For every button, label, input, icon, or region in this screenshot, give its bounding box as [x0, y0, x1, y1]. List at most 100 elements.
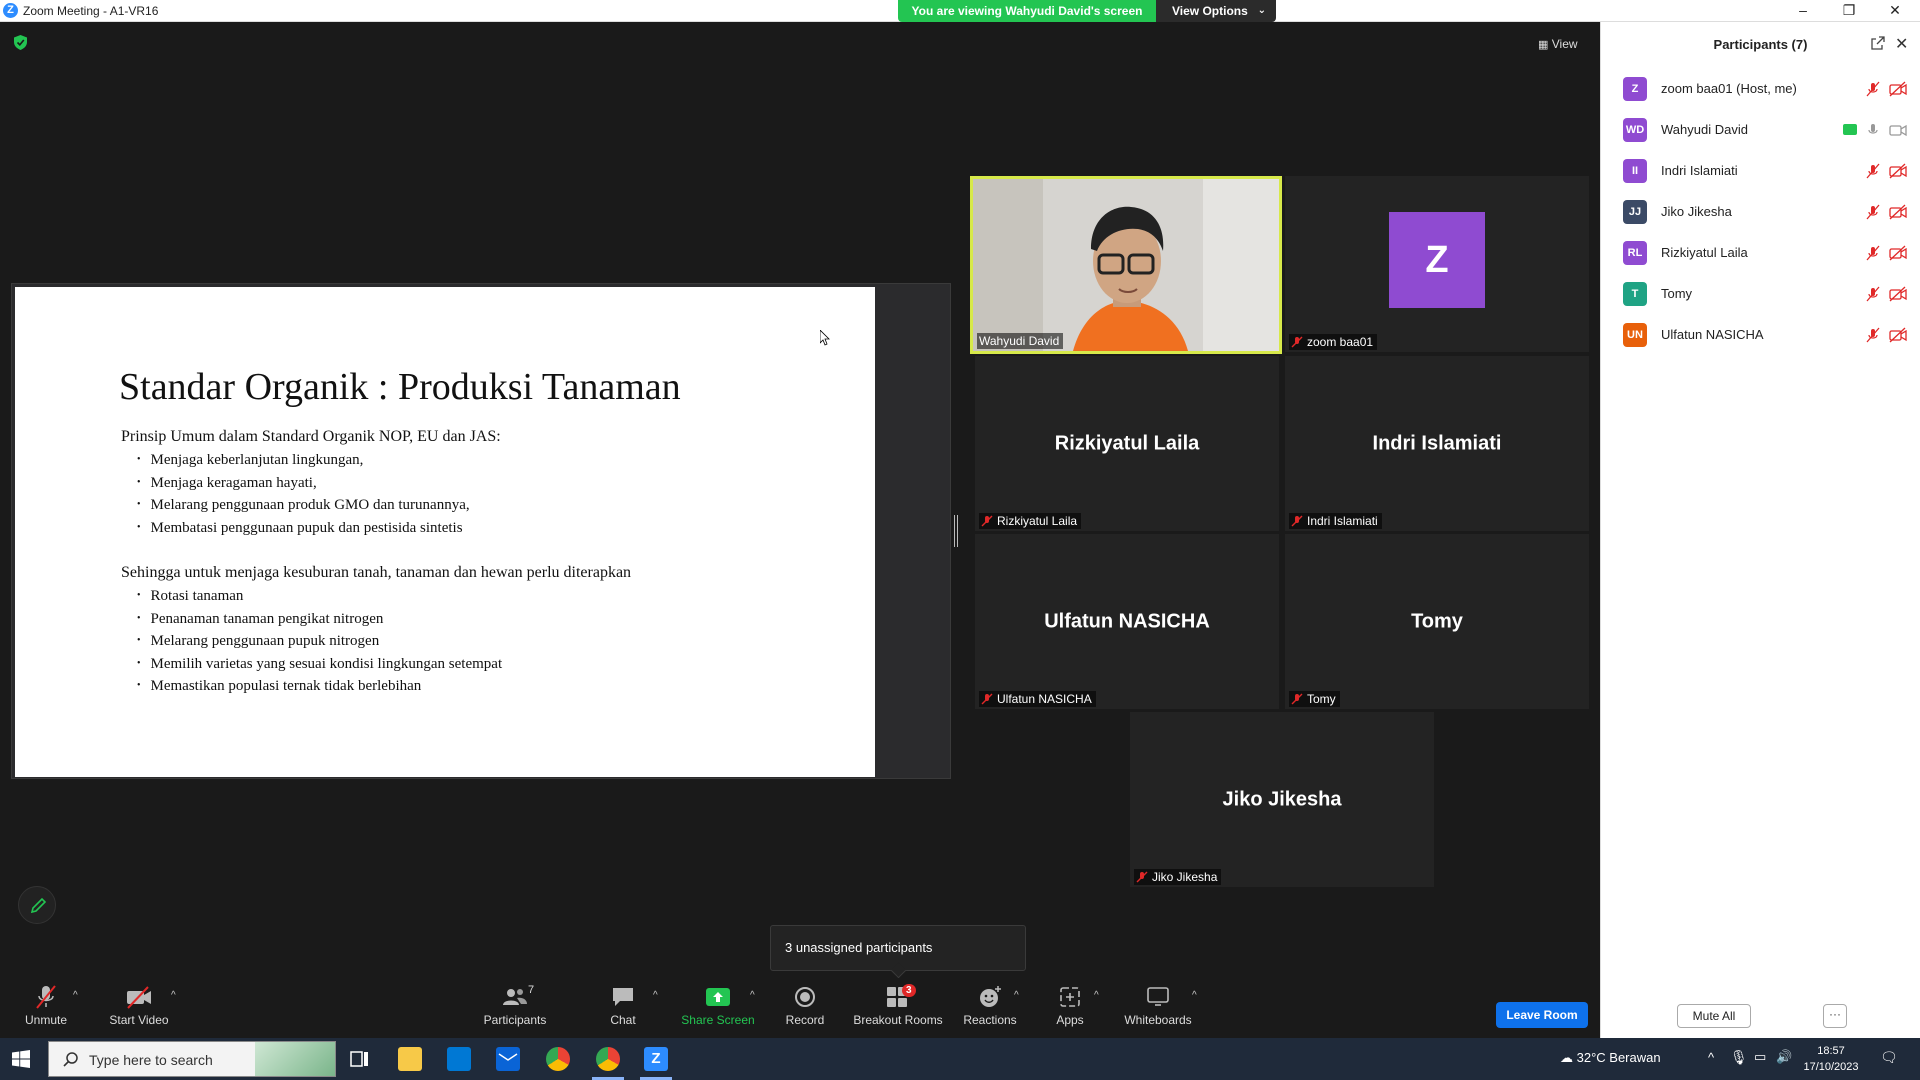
- leave-room-button[interactable]: Leave Room: [1496, 1002, 1588, 1028]
- zoom-logo-icon: Z: [3, 3, 18, 18]
- record-button[interactable]: Record: [780, 984, 830, 1034]
- window-title: Zoom Meeting - A1-VR16: [23, 4, 159, 18]
- mic-muted-icon[interactable]: [1865, 286, 1881, 302]
- avatar: JJ: [1623, 200, 1647, 224]
- chat-button[interactable]: Chat: [598, 984, 648, 1034]
- taskbar-search-box[interactable]: Type here to search: [48, 1041, 336, 1077]
- participant-name-tag: Ulfatun NASICHA: [979, 691, 1096, 707]
- video-tile-tomy[interactable]: Tomy Tomy: [1285, 534, 1589, 709]
- close-window-icon[interactable]: ✕: [1872, 0, 1918, 22]
- video-off-icon[interactable]: [1889, 163, 1907, 179]
- minimize-icon[interactable]: –: [1780, 0, 1826, 22]
- slide-bullet-list: Rotasi tanaman Penanaman tanaman pengika…: [137, 585, 503, 698]
- participants-button[interactable]: 7 Participants: [480, 984, 550, 1034]
- video-tile-ulfatun[interactable]: Ulfatun NASICHA Ulfatun NASICHA: [975, 534, 1279, 709]
- chat-label: Chat: [610, 1013, 636, 1027]
- mute-all-button[interactable]: Mute All: [1677, 1004, 1751, 1028]
- participant-name: Ulfatun NASICHA: [1661, 327, 1764, 342]
- apps-button[interactable]: Apps: [1045, 984, 1095, 1034]
- network-icon[interactable]: ▭: [1754, 1049, 1766, 1065]
- view-layout-button[interactable]: ▦ View: [1538, 34, 1590, 54]
- task-view-icon[interactable]: [348, 1047, 372, 1071]
- video-off-icon[interactable]: [1889, 204, 1907, 220]
- participant-row[interactable]: II Indri Islamiati: [1601, 150, 1920, 191]
- chrome-icon[interactable]: [546, 1047, 570, 1071]
- pencil-icon: [30, 897, 47, 914]
- video-tile-indri[interactable]: Indri Islamiati Indri Islamiati: [1285, 356, 1589, 531]
- share-screen-button[interactable]: Share Screen: [680, 984, 756, 1034]
- shared-screen[interactable]: Standar Organik : Produksi Tanaman Prins…: [11, 283, 951, 779]
- reactions-caret-icon[interactable]: ^: [1014, 990, 1019, 1001]
- microphone-tray-icon[interactable]: 🎙: [1730, 1049, 1748, 1066]
- breakout-rooms-button[interactable]: 3 Breakout Rooms: [852, 984, 944, 1034]
- whiteboards-caret-icon[interactable]: ^: [1192, 990, 1197, 1001]
- mic-muted-icon[interactable]: [1865, 81, 1881, 97]
- zoom-app-icon[interactable]: Z: [640, 1047, 672, 1080]
- start-video-button[interactable]: Start Video: [104, 984, 174, 1034]
- slide-bullet: Membatasi penggunaan pupuk dan pestisida…: [137, 517, 470, 540]
- whiteboards-label: Whiteboards: [1124, 1013, 1192, 1027]
- whiteboards-button[interactable]: Whiteboards: [1122, 984, 1194, 1034]
- mic-muted-icon[interactable]: [1865, 204, 1881, 220]
- system-clock[interactable]: 18:57 17/10/2023: [1798, 1043, 1864, 1075]
- close-panel-icon[interactable]: ✕: [1895, 34, 1908, 54]
- notifications-icon[interactable]: 🗨: [1880, 1049, 1898, 1066]
- annotate-button[interactable]: [18, 886, 56, 924]
- mic-muted-icon: [1291, 515, 1303, 527]
- video-off-icon[interactable]: [1889, 286, 1907, 302]
- video-tile-rizkiyatul[interactable]: Rizkiyatul Laila Rizkiyatul Laila: [975, 356, 1279, 531]
- participant-display-name: Indri Islamiati: [1372, 432, 1502, 454]
- split-view-handle[interactable]: [954, 515, 958, 547]
- mic-muted-icon[interactable]: [1865, 327, 1881, 343]
- slide-bullet: Melarang penggunaan produk GMO dan turun…: [137, 494, 470, 517]
- volume-icon[interactable]: 🔊: [1776, 1049, 1792, 1065]
- windows-start-icon[interactable]: [12, 1050, 30, 1068]
- mic-muted-icon[interactable]: [1865, 245, 1881, 261]
- video-tile-wahyudi[interactable]: Wahyudi David: [970, 176, 1282, 354]
- restore-icon[interactable]: ❐: [1826, 0, 1872, 22]
- view-options-button[interactable]: View Options ⌄: [1156, 0, 1276, 22]
- tray-chevron-icon[interactable]: ^: [1708, 1050, 1714, 1065]
- reactions-button[interactable]: Reactions: [960, 984, 1020, 1034]
- weather-widget[interactable]: ☁ 32°C Berawan: [1560, 1050, 1661, 1066]
- avatar: II: [1623, 159, 1647, 183]
- breakout-rooms-label: Breakout Rooms: [853, 1013, 943, 1027]
- chrome-profile-icon[interactable]: [592, 1047, 624, 1080]
- mouse-cursor-icon: [820, 330, 830, 346]
- video-tile-jiko[interactable]: Jiko Jikesha Jiko Jikesha: [1130, 712, 1434, 887]
- mic-muted-icon[interactable]: [1865, 163, 1881, 179]
- participant-row[interactable]: JJ Jiko Jikesha: [1601, 191, 1920, 232]
- slide-section-heading: Sehingga untuk menjaga kesuburan tanah, …: [121, 564, 632, 581]
- audio-options-caret-icon[interactable]: ^: [73, 990, 78, 1001]
- video-icon[interactable]: [1889, 122, 1907, 138]
- video-off-icon[interactable]: [1889, 245, 1907, 261]
- apps-caret-icon[interactable]: ^: [1094, 990, 1099, 1001]
- video-tile-zoom-baa01[interactable]: Z zoom baa01: [1285, 176, 1589, 352]
- search-icon: [63, 1052, 78, 1067]
- participant-row[interactable]: Zzoom baa01 (Host, me): [1601, 68, 1920, 109]
- share-options-caret-icon[interactable]: ^: [750, 990, 755, 1001]
- participant-row[interactable]: RL Rizkiyatul Laila: [1601, 232, 1920, 273]
- clock-time: 18:57: [1817, 1045, 1845, 1057]
- participant-name: Tomy: [1661, 286, 1693, 301]
- mic-icon[interactable]: [1865, 122, 1881, 138]
- avatar: T: [1623, 282, 1647, 306]
- participant-name-tag: Jiko Jikesha: [1134, 869, 1222, 885]
- participant-row[interactable]: T Tomy: [1601, 273, 1920, 314]
- participant-name-tag: zoom baa01: [1289, 334, 1378, 350]
- participant-row[interactable]: WD Wahyudi David: [1601, 109, 1920, 150]
- chat-options-caret-icon[interactable]: ^: [653, 990, 658, 1001]
- file-explorer-icon[interactable]: [398, 1047, 422, 1071]
- participant-name: Ulfatun NASICHA: [997, 692, 1092, 706]
- popout-icon[interactable]: [1871, 36, 1885, 50]
- unmute-button[interactable]: Unmute: [16, 984, 76, 1034]
- video-off-icon[interactable]: [1889, 81, 1907, 97]
- video-off-icon[interactable]: [1889, 327, 1907, 343]
- microsoft-store-icon[interactable]: [447, 1047, 471, 1071]
- grid-icon: ▦: [1538, 39, 1549, 51]
- video-options-caret-icon[interactable]: ^: [171, 990, 176, 1001]
- more-options-button[interactable]: ···: [1823, 1004, 1847, 1028]
- participant-row[interactable]: UN Ulfatun NASICHA: [1601, 314, 1920, 355]
- mail-icon[interactable]: [496, 1047, 520, 1071]
- participant-name-tag: Indri Islamiati: [1289, 513, 1382, 529]
